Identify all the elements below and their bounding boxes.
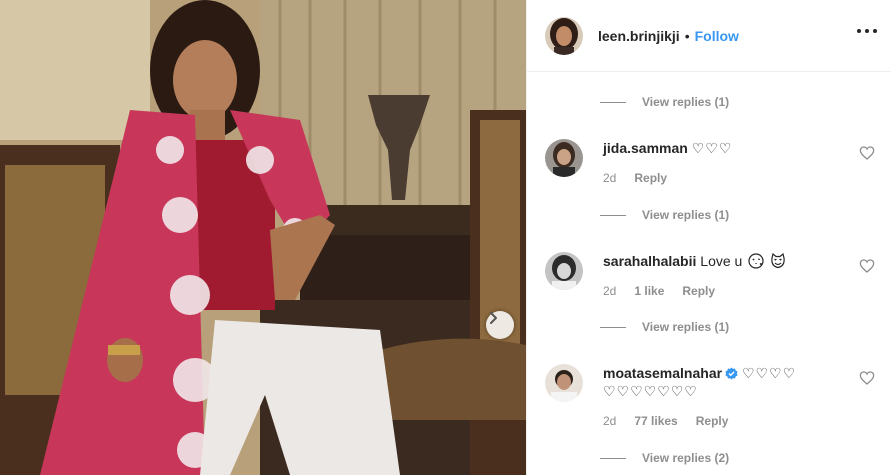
comment-item: jida.samman ♡♡♡ 2d Reply <box>545 139 875 199</box>
commenter-avatar[interactable] <box>545 139 583 177</box>
more-options-icon[interactable] <box>857 26 877 36</box>
chevron-right-icon <box>490 312 497 324</box>
comment-body: moatasemalnahar ♡♡♡♡ ♡♡♡♡♡♡♡ 2d 77 likes… <box>603 364 835 430</box>
commenter-avatar[interactable] <box>545 252 583 290</box>
view-replies-label: View replies (2) <box>642 451 730 465</box>
verified-badge-icon <box>725 367 738 380</box>
carousel-next-button[interactable] <box>486 311 514 339</box>
commenter-avatar-image <box>545 364 583 402</box>
replies-divider <box>600 101 626 103</box>
comment-time[interactable]: 2d <box>603 282 616 300</box>
view-replies-button[interactable]: View replies (2) <box>600 451 729 465</box>
comment-text: ♡♡♡♡ <box>741 365 797 381</box>
comment-time[interactable]: 2d <box>603 412 616 430</box>
comment-meta: 2d Reply <box>603 169 835 187</box>
face-blowing-kiss-emoji <box>748 253 764 269</box>
comment-item: moatasemalnahar ♡♡♡♡ ♡♡♡♡♡♡♡ 2d 77 likes… <box>545 364 875 444</box>
post-side-panel: leen.brinjikji • Follow View replies (1)… <box>526 0 891 475</box>
commenter-avatar[interactable] <box>545 364 583 402</box>
reply-button[interactable]: Reply <box>696 412 729 430</box>
photo-scene <box>0 0 526 475</box>
heart-eyes-cat-emoji <box>771 253 785 269</box>
comment-text: Love u <box>700 253 743 269</box>
comments-list[interactable]: View replies (1) jida.samman ♡♡♡ 2d Repl… <box>527 73 891 475</box>
replies-divider <box>600 214 626 216</box>
comment-item: sarahalhalabii Love u 2d 1 like Reply <box>545 252 875 312</box>
comment-body: sarahalhalabii Love u 2d 1 like Reply <box>603 252 835 300</box>
heart-outline-icon[interactable] <box>859 145 875 161</box>
comment-body: jida.samman ♡♡♡ 2d Reply <box>603 139 835 187</box>
commenter-avatar-image <box>545 252 583 290</box>
heart-outline-icon[interactable] <box>859 370 875 386</box>
commenter-username[interactable]: moatasemalnahar <box>603 365 722 381</box>
likes-count[interactable]: 1 like <box>634 282 664 300</box>
commenter-username[interactable]: sarahalhalabii <box>603 253 696 269</box>
commenter-username[interactable]: jida.samman <box>603 140 688 156</box>
author-avatar-image <box>545 16 583 55</box>
comment-text-line2: ♡♡♡♡♡♡♡ <box>603 383 698 399</box>
reply-button[interactable]: Reply <box>682 282 715 300</box>
view-replies-button[interactable]: View replies (1) <box>600 208 729 222</box>
view-replies-button[interactable]: View replies (1) <box>600 320 729 334</box>
header-separator: • <box>684 27 690 44</box>
comment-text: ♡♡♡ <box>691 140 733 156</box>
commenter-avatar-image <box>545 139 583 177</box>
comment-time[interactable]: 2d <box>603 169 616 187</box>
post-header: leen.brinjikji • Follow <box>527 0 891 72</box>
author-username[interactable]: leen.brinjikji <box>598 28 680 44</box>
post-photo[interactable] <box>0 0 526 475</box>
replies-divider <box>600 457 626 459</box>
likes-count[interactable]: 77 likes <box>634 412 677 430</box>
replies-divider <box>600 326 626 328</box>
reply-button[interactable]: Reply <box>634 169 667 187</box>
view-replies-label: View replies (1) <box>642 95 730 109</box>
view-replies-label: View replies (1) <box>642 208 730 222</box>
follow-button[interactable]: Follow <box>695 28 739 44</box>
comment-meta: 2d 77 likes Reply <box>603 412 835 430</box>
comment-meta: 2d 1 like Reply <box>603 282 835 300</box>
view-replies-button[interactable]: View replies (1) <box>600 95 729 109</box>
heart-outline-icon[interactable] <box>859 258 875 274</box>
author-avatar[interactable] <box>545 16 583 55</box>
view-replies-label: View replies (1) <box>642 320 730 334</box>
